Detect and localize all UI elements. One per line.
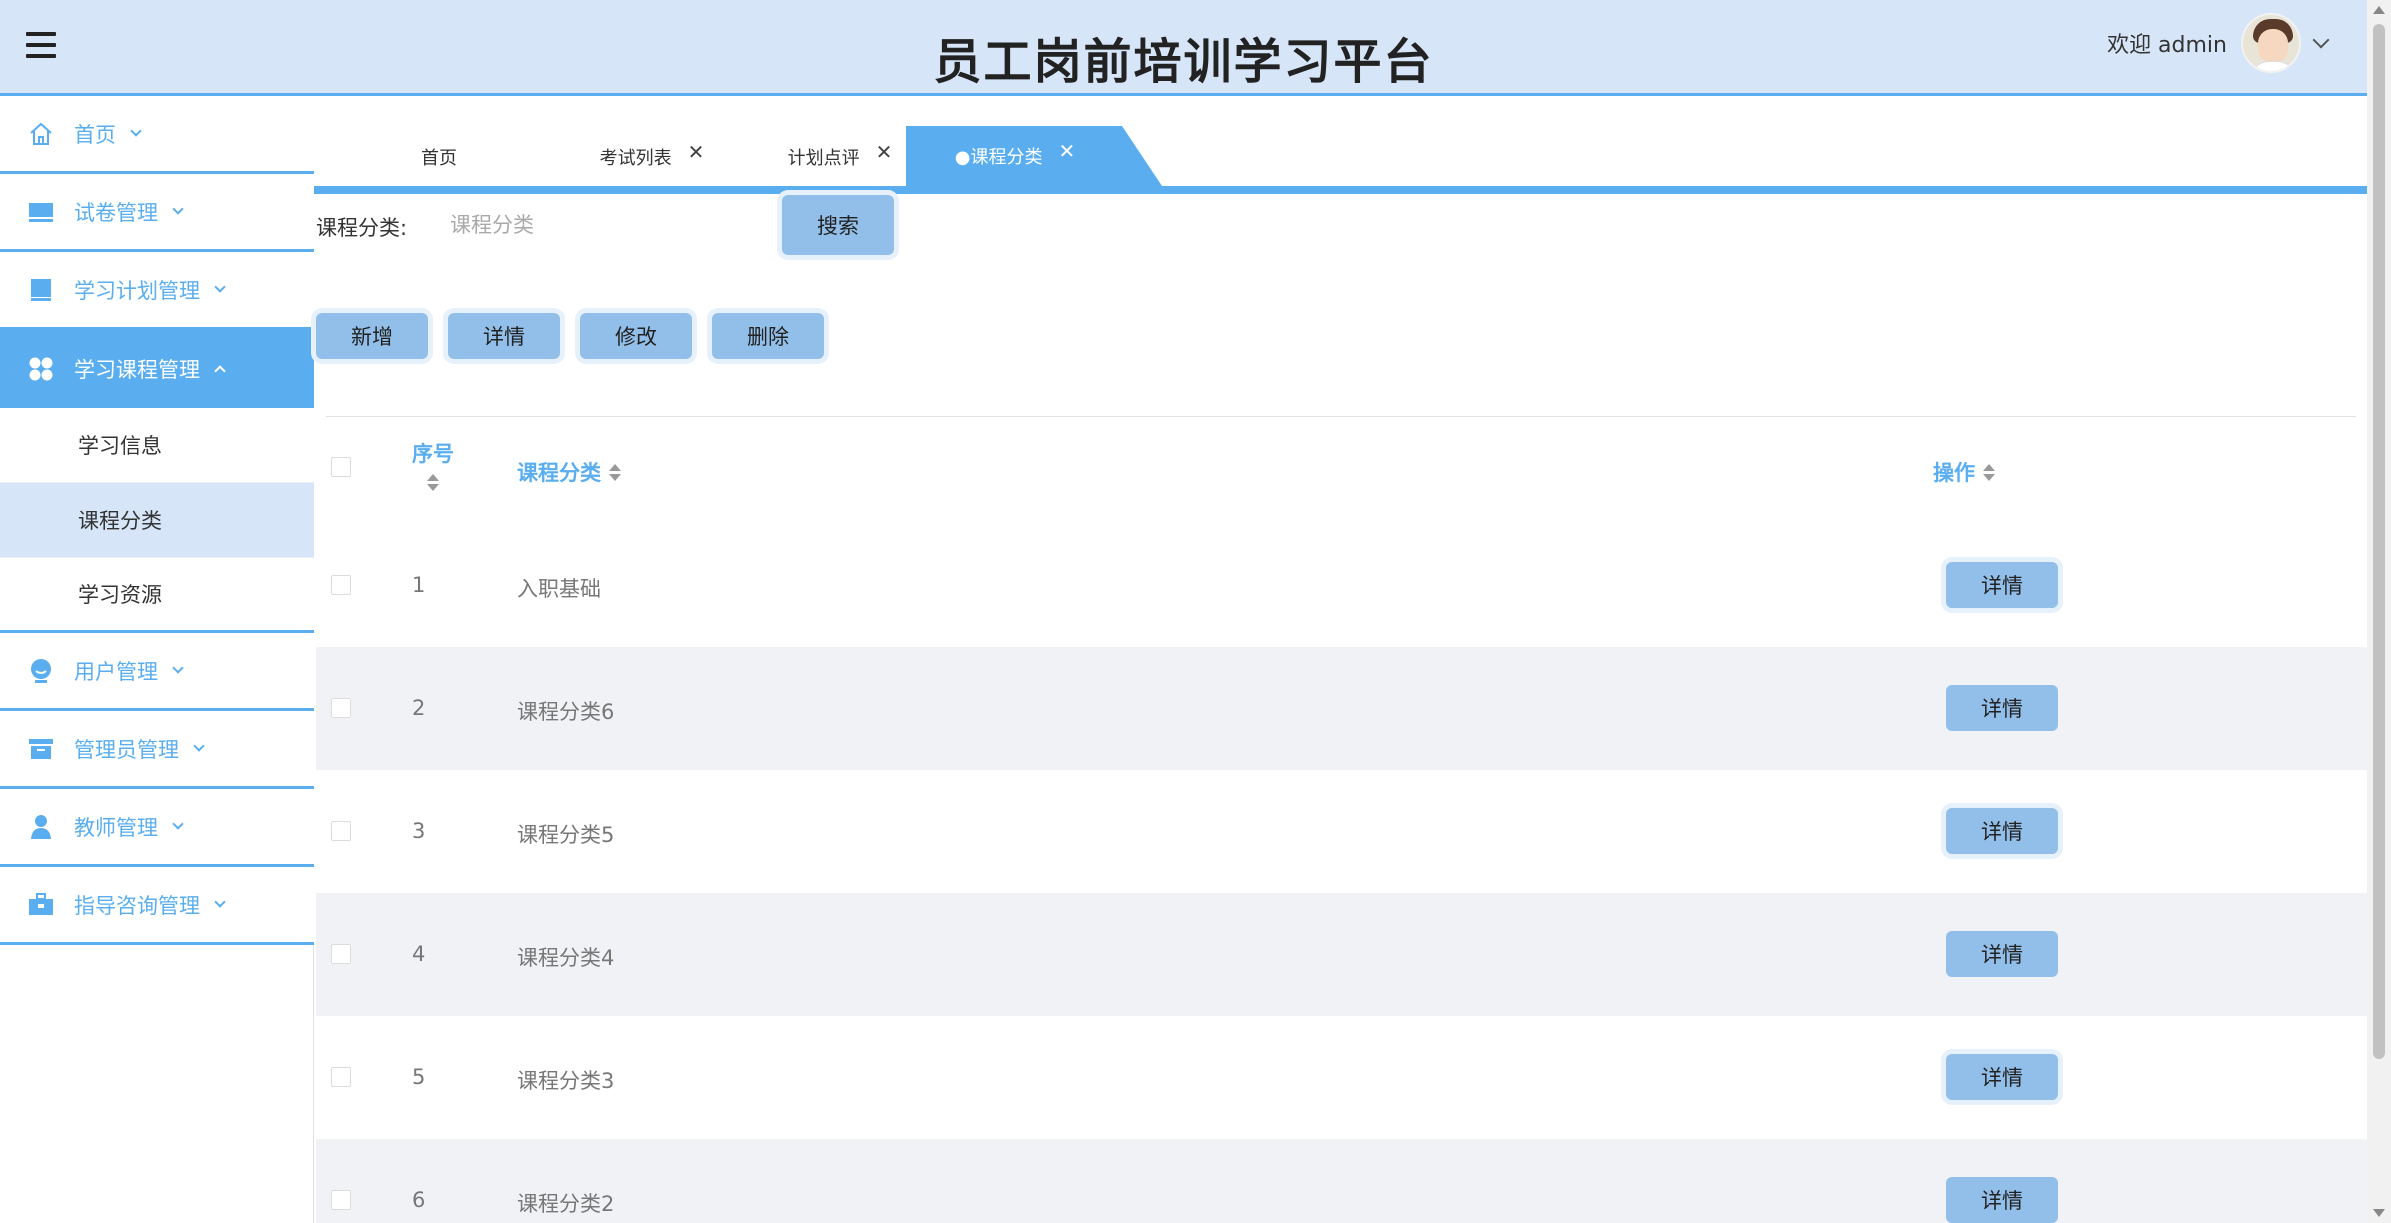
- tab-bar: 首页 考试列表 ✕ 计划点评 ✕ ●课程分类 ✕: [314, 96, 2367, 194]
- chevron-up-icon: [214, 365, 226, 377]
- sidebar-item-label: 教师管理: [74, 815, 158, 840]
- user-icon: [28, 658, 54, 684]
- column-header-action[interactable]: 操作: [1933, 457, 1995, 487]
- chevron-down-icon: [214, 280, 226, 293]
- add-button[interactable]: 新增: [316, 313, 428, 359]
- scroll-thumb[interactable]: [2373, 24, 2385, 1059]
- chevron-down-icon: [130, 124, 142, 137]
- select-all-checkbox[interactable]: [331, 457, 351, 477]
- row-category: 课程分类6: [517, 700, 615, 724]
- row-checkbox[interactable]: [331, 698, 351, 718]
- row-index: 2: [412, 696, 426, 720]
- app-title: 员工岗前培训学习平台: [933, 34, 1434, 90]
- close-icon[interactable]: ✕: [1058, 139, 1075, 163]
- sidebar-item-study-plan[interactable]: 学习计划管理: [0, 252, 314, 330]
- search-input[interactable]: [432, 198, 772, 252]
- scroll-up-icon[interactable]: [2373, 6, 2385, 14]
- sidebar-item-label: 试卷管理: [74, 200, 158, 225]
- teacher-icon: [28, 814, 54, 840]
- row-index: 6: [412, 1188, 426, 1212]
- sidebar: 首页 试卷管理 学习计划管理 学习课程管理 学习信息 课程分类 学习资源 用户管…: [0, 96, 314, 1223]
- sidebar-item-course[interactable]: 学习课程管理: [0, 330, 314, 408]
- delete-button[interactable]: 删除: [712, 313, 824, 359]
- sidebar-item-label: 学习课程管理: [74, 358, 200, 382]
- sidebar-subitem-study-resource[interactable]: 学习资源: [0, 558, 314, 633]
- close-icon[interactable]: ✕: [876, 140, 893, 164]
- row-index: 4: [412, 942, 426, 966]
- divider: [326, 416, 2356, 417]
- user-menu[interactable]: 欢迎 admin: [2107, 12, 2330, 74]
- page-scrollbar[interactable]: [2367, 0, 2391, 1223]
- row-checkbox[interactable]: [331, 575, 351, 595]
- column-header-category[interactable]: 课程分类: [517, 457, 621, 487]
- row-index: 1: [412, 573, 426, 597]
- sort-icon[interactable]: [427, 474, 439, 491]
- avatar[interactable]: [2241, 13, 2301, 73]
- scroll-down-icon[interactable]: [2373, 1209, 2385, 1217]
- book-icon: [28, 277, 54, 303]
- sort-icon[interactable]: [609, 463, 621, 481]
- row-checkbox[interactable]: [331, 821, 351, 841]
- sidebar-item-users[interactable]: 用户管理: [0, 633, 314, 711]
- table-row: 3 课程分类5 详情: [316, 770, 2367, 893]
- row-index: 3: [412, 819, 426, 843]
- table-row: 6 课程分类2 详情: [316, 1139, 2367, 1223]
- row-detail-button[interactable]: 详情: [1946, 808, 2058, 854]
- row-checkbox[interactable]: [331, 1190, 351, 1210]
- table-row: 5 课程分类3 详情: [316, 1016, 2367, 1139]
- search-button[interactable]: 搜索: [782, 195, 894, 255]
- sidebar-item-home[interactable]: 首页: [0, 96, 314, 174]
- column-header-index[interactable]: 序号: [412, 438, 454, 491]
- tab-home[interactable]: 首页: [374, 128, 504, 186]
- welcome-text: 欢迎 admin: [2107, 33, 2227, 58]
- edit-button[interactable]: 修改: [580, 313, 692, 359]
- sidebar-item-guidance[interactable]: 指导咨询管理: [0, 867, 314, 945]
- archive-icon: [28, 736, 54, 762]
- row-detail-button[interactable]: 详情: [1946, 685, 2058, 731]
- briefcase-icon: [28, 892, 54, 918]
- sidebar-item-label: 学习计划管理: [74, 278, 200, 303]
- row-index: 5: [412, 1065, 426, 1089]
- monitor-icon: [28, 199, 54, 225]
- chevron-down-icon: [214, 895, 226, 908]
- row-category: 课程分类3: [517, 1069, 615, 1093]
- sort-icon[interactable]: [1983, 463, 1995, 481]
- tab-course-category[interactable]: ●课程分类 ✕: [906, 126, 1162, 186]
- table-row: 2 课程分类6 详情: [316, 647, 2367, 770]
- sidebar-item-label: 首页: [74, 122, 116, 147]
- row-category: 课程分类2: [517, 1192, 615, 1216]
- chevron-down-icon: [172, 817, 184, 830]
- table-row: 4 课程分类4 详情: [316, 893, 2367, 1016]
- chevron-down-icon: [172, 202, 184, 215]
- sidebar-item-label: 用户管理: [74, 659, 158, 684]
- search-label: 课程分类:: [316, 216, 408, 240]
- chevron-down-icon: [172, 661, 184, 674]
- close-icon[interactable]: ✕: [688, 140, 705, 164]
- tab-plan-review[interactable]: 计划点评 ✕: [760, 128, 920, 186]
- row-checkbox[interactable]: [331, 1067, 351, 1087]
- row-detail-button[interactable]: 详情: [1946, 562, 2058, 608]
- row-category: 课程分类5: [517, 823, 615, 847]
- detail-button[interactable]: 详情: [448, 313, 560, 359]
- sidebar-item-admins[interactable]: 管理员管理: [0, 711, 314, 789]
- sidebar-item-label: 管理员管理: [74, 737, 179, 762]
- row-category: 入职基础: [517, 577, 601, 601]
- sidebar-item-teachers[interactable]: 教师管理: [0, 789, 314, 867]
- sidebar-subitem-study-info[interactable]: 学习信息: [0, 408, 314, 483]
- table-row: 1 入职基础 详情: [316, 524, 2367, 647]
- row-category: 课程分类4: [517, 946, 615, 970]
- tab-exam-list[interactable]: 考试列表 ✕: [572, 128, 732, 186]
- row-checkbox[interactable]: [331, 944, 351, 964]
- row-detail-button[interactable]: 详情: [1946, 1054, 2058, 1100]
- sidebar-item-label: 指导咨询管理: [74, 893, 200, 918]
- app-header: 员工岗前培训学习平台 欢迎 admin: [0, 0, 2367, 96]
- sidebar-subitem-course-category[interactable]: 课程分类: [0, 483, 314, 558]
- home-icon: [28, 121, 54, 147]
- apps-icon: [28, 356, 54, 382]
- chevron-down-icon[interactable]: [2312, 31, 2330, 49]
- row-detail-button[interactable]: 详情: [1946, 931, 2058, 977]
- sidebar-item-exam-paper[interactable]: 试卷管理: [0, 174, 314, 252]
- chevron-down-icon: [193, 739, 205, 752]
- row-detail-button[interactable]: 详情: [1946, 1177, 2058, 1223]
